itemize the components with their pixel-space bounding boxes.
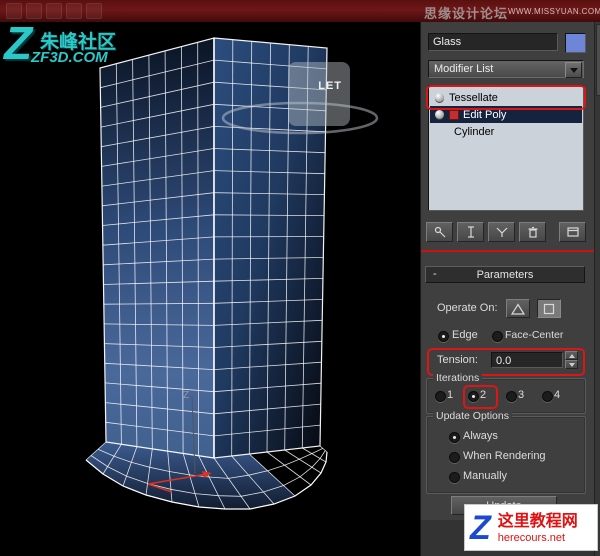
iterations-radio-2[interactable] <box>468 391 479 402</box>
stack-item-label: Cylinder <box>454 125 495 138</box>
wireframe-object[interactable]: Z <box>0 22 420 556</box>
drag-ghost-label: LET <box>318 80 342 92</box>
rollout-title: Parameters <box>476 268 534 281</box>
remove-modifier-icon <box>528 226 537 238</box>
parameters-rollout-header[interactable]: - Parameters <box>425 266 585 283</box>
spinner-up-button[interactable] <box>565 351 578 360</box>
toolbar-button[interactable] <box>46 3 62 19</box>
drag-ghost-panel: LET <box>288 62 350 126</box>
triangle-up-icon <box>568 353 575 358</box>
zf3d-logo-site: ZF3D.COM <box>31 49 108 66</box>
configure-modifier-sets-icon <box>566 227 579 237</box>
iterations-radio-2-label[interactable]: 2 <box>480 389 486 401</box>
make-unique-button[interactable] <box>488 222 515 242</box>
triangle-icon <box>510 302 526 315</box>
herecours-logo-letter: Z <box>470 508 491 547</box>
face-center-radio[interactable] <box>492 331 503 342</box>
edge-radio[interactable] <box>438 331 449 342</box>
stack-item-label: Tessellate <box>449 91 498 104</box>
footer-watermark: Z 这里教程网 herecours.net <box>464 504 598 551</box>
configure-modifier-sets-button[interactable] <box>559 222 586 242</box>
dropdown-arrow-button[interactable] <box>565 62 582 78</box>
tension-input[interactable]: 0.0 <box>491 352 563 368</box>
modifier-list-dropdown[interactable]: Modifier List <box>428 60 584 78</box>
modifier-list-label: Modifier List <box>434 63 494 75</box>
watermark-missyuan-text: 思缘设计论坛 <box>424 6 509 21</box>
show-end-result-button[interactable] <box>457 222 484 242</box>
iterations-radio-1-label[interactable]: 1 <box>447 389 453 401</box>
rollout-collapse-icon[interactable]: - <box>433 268 437 280</box>
iterations-radio-1[interactable] <box>435 391 446 402</box>
tension-label: Tension: <box>437 354 478 366</box>
face-center-radio-label[interactable]: Face-Center <box>505 329 563 341</box>
toolbar-button[interactable] <box>66 3 82 19</box>
iterations-radio-4-label[interactable]: 4 <box>554 389 560 401</box>
scrollbar-thumb[interactable] <box>596 24 600 96</box>
watermark-missyuan-url: WWW.MISSYUAN.COM <box>508 7 600 16</box>
herecours-site: herecours.net <box>497 531 566 544</box>
make-unique-icon <box>496 227 507 237</box>
material-name-input[interactable]: Glass <box>428 33 558 51</box>
update-manually-radio[interactable] <box>449 472 460 483</box>
top-toolbar: 思缘设计论坛 WWW.MISSYUAN.COM <box>0 0 600 23</box>
chevron-down-icon <box>569 67 578 73</box>
iterations-radio-4[interactable] <box>542 391 553 402</box>
update-always-label[interactable]: Always <box>463 430 498 442</box>
iterations-radio-3-label[interactable]: 3 <box>518 389 524 401</box>
toolbar-button[interactable] <box>86 3 102 19</box>
pin-stack-button[interactable] <box>426 222 453 242</box>
iterations-radio-3[interactable] <box>506 391 517 402</box>
bulb-icon[interactable] <box>435 93 444 102</box>
operate-on-polygon-button[interactable] <box>537 299 561 318</box>
edit-poly-icon <box>449 109 459 120</box>
update-options-group-label: Update Options <box>433 410 512 422</box>
update-manually-label[interactable]: Manually <box>463 470 507 482</box>
command-panel: Glass Modifier List Tessellate Edit Poly… <box>420 22 600 556</box>
red-divider-line <box>421 250 600 252</box>
update-always-radio[interactable] <box>449 432 460 443</box>
remove-modifier-button[interactable] <box>519 222 546 242</box>
edge-radio-label[interactable]: Edge <box>452 329 478 341</box>
spinner-down-button[interactable] <box>565 360 578 369</box>
viewport-3d[interactable]: Z Z 朱峰社区 ZF3D.COM LET <box>0 17 420 556</box>
pin-stack-icon <box>434 226 445 238</box>
stack-item-label: Edit Poly <box>463 108 507 121</box>
herecours-texts: 这里教程网 herecours.net <box>498 512 578 544</box>
triangle-down-icon <box>568 362 575 367</box>
show-end-result-icon <box>467 226 474 238</box>
bulb-icon[interactable] <box>435 110 444 119</box>
update-when-rendering-label[interactable]: When Rendering <box>463 450 546 462</box>
herecours-title: 这里教程网 <box>497 512 578 530</box>
stack-item-edit-poly[interactable]: Edit Poly <box>430 106 582 123</box>
panel-scrollbar[interactable] <box>594 22 600 556</box>
update-when-rendering-radio[interactable] <box>449 452 460 463</box>
iterations-group-label: Iterations <box>433 372 483 384</box>
operate-on-triangle-button[interactable] <box>506 299 530 318</box>
stack-item-tessellate[interactable]: Tessellate <box>430 89 582 106</box>
modifier-stack-list[interactable]: Tessellate Edit Poly Cylinder <box>428 85 584 211</box>
screen: 思缘设计论坛 WWW.MISSYUAN.COM Z Z 朱峰社区 ZF3D.CO… <box>0 0 600 556</box>
zf3d-logo-letter: Z <box>4 17 33 69</box>
stack-item-cylinder[interactable]: Cylinder <box>430 123 582 140</box>
axis-z-label: Z <box>183 390 189 401</box>
operate-on-label: Operate On: <box>437 302 498 314</box>
square-icon <box>543 303 555 314</box>
material-color-swatch[interactable] <box>565 33 586 53</box>
tension-spinner[interactable] <box>565 351 578 369</box>
